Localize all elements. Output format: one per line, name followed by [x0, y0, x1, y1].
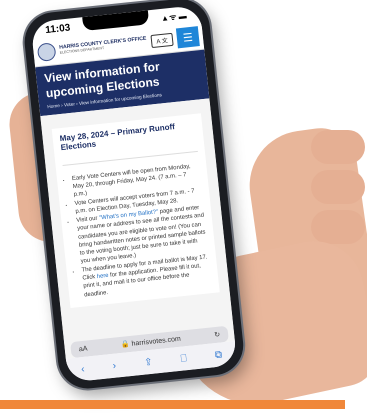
phone: 11:03 ▴ ᯤ ▬ HARRIS COUNTY CLERK'S OFFICE… — [21, 0, 247, 392]
scene: 11:03 ▴ ᯤ ▬ HARRIS COUNTY CLERK'S OFFICE… — [0, 0, 367, 418]
county-seal-icon[interactable] — [36, 42, 57, 62]
forward-icon[interactable]: › — [112, 360, 116, 371]
status-icons: ▴ ᯤ ▬ — [162, 10, 188, 23]
status-time: 11:03 — [44, 22, 71, 36]
site-brand[interactable]: HARRIS COUNTY CLERK'S OFFICE ELECTIONS D… — [59, 36, 152, 55]
translate-button[interactable]: A 文 — [150, 32, 174, 48]
election-card: May 28, 2024 – Primary Runoff Elections … — [51, 113, 220, 308]
hand-finger — [311, 210, 365, 244]
tabs-icon[interactable]: ⧉ — [214, 349, 222, 361]
orange-accent-bar — [0, 400, 345, 409]
url-text: harrisvotes.com — [131, 335, 182, 348]
reload-icon[interactable]: ↻ — [214, 331, 221, 340]
hand-finger — [311, 170, 365, 204]
mail-ballot-application-link[interactable]: here — [97, 273, 109, 280]
election-notes-list: Early Vote Centers will be open from Mon… — [64, 161, 212, 300]
phone-screen: 11:03 ▴ ᯤ ▬ HARRIS COUNTY CLERK'S OFFICE… — [30, 4, 238, 383]
lock-icon: 🔒 — [120, 341, 131, 349]
election-heading: May 28, 2024 – Primary Runoff Elections — [59, 122, 176, 153]
hamburger-icon: ☰ — [182, 31, 194, 45]
main-content: May 28, 2024 – Primary Runoff Elections … — [40, 98, 235, 360]
back-icon[interactable]: ‹ — [81, 363, 85, 374]
menu-button[interactable]: ☰ — [175, 26, 200, 49]
bookmarks-icon[interactable]: ⎕ — [180, 353, 187, 365]
text-size-button[interactable]: aA — [79, 345, 88, 353]
share-icon[interactable]: ⇪ — [144, 356, 153, 368]
hand-finger — [311, 130, 365, 164]
